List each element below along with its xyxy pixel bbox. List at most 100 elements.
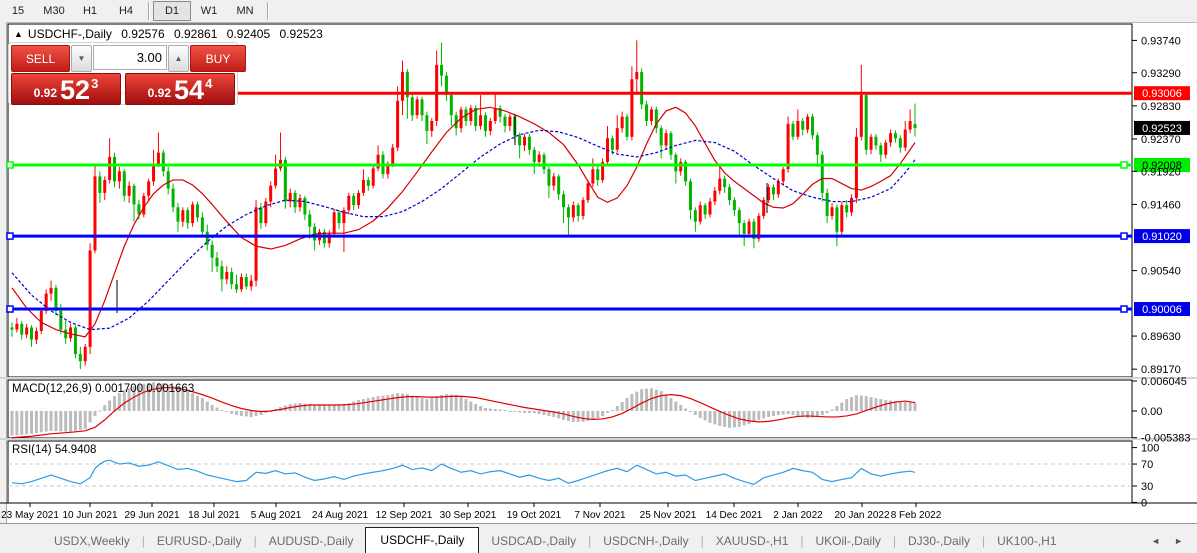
macd-histogram-bar — [235, 410, 239, 415]
rsi-axis-label: 70 — [1141, 459, 1153, 471]
candle-body — [415, 99, 419, 116]
macd-histogram-bar — [762, 410, 766, 419]
support-line-blue-1-handle[interactable] — [1120, 232, 1128, 240]
panel-splitter-2[interactable] — [0, 438, 1197, 440]
macd-histogram-bar — [669, 398, 673, 411]
tab-scroll-right-button[interactable]: ► — [1174, 536, 1183, 546]
macd-histogram-bar — [391, 394, 395, 411]
candle-body — [791, 123, 795, 137]
candle-body — [869, 136, 873, 150]
candle-body — [527, 136, 531, 150]
volume-decrease-button[interactable]: ▼ — [71, 45, 92, 72]
support-line-green-handle[interactable] — [6, 161, 14, 169]
timeframe-button-d1[interactable]: D1 — [153, 1, 191, 21]
candle-body — [576, 205, 580, 216]
macd-histogram-bar — [34, 410, 38, 434]
macd-histogram-bar — [371, 397, 375, 411]
timeframe-button-mn[interactable]: MN — [227, 0, 263, 22]
macd-histogram-bar — [913, 402, 917, 411]
chart-tab-eurusd-daily[interactable]: EURUSD-,Daily — [145, 529, 254, 553]
candle-body — [596, 169, 600, 180]
macd-histogram-bar — [195, 395, 199, 411]
timeframe-button-w1[interactable]: W1 — [191, 0, 227, 22]
candle-body — [122, 171, 126, 196]
chart-tab-usdcad-daily[interactable]: USDCAD-,Daily — [479, 529, 588, 553]
candle-body — [693, 210, 697, 222]
candle-body — [59, 310, 63, 330]
candle-body — [49, 287, 53, 294]
sell-price-display[interactable]: 0.92 52 3 — [11, 73, 121, 105]
candle-body — [83, 346, 87, 362]
candle-body — [845, 205, 849, 213]
candle-body — [767, 187, 771, 201]
macd-histogram-bar — [625, 398, 629, 411]
macd-histogram-bar — [635, 391, 639, 411]
timeframe-button-15[interactable]: 15 — [0, 0, 36, 22]
candle-body — [156, 152, 160, 165]
candle-body — [449, 95, 453, 116]
macd-axis-label: 0.00 — [1141, 406, 1162, 418]
macd-histogram-bar — [591, 410, 595, 420]
date-axis-label: 2 Jan 2022 — [773, 510, 823, 521]
ohlc-open: 0.92576 — [121, 27, 165, 41]
resistance-line-price-badge-label: 0.93006 — [1142, 88, 1182, 100]
chart-tab-uk100-h1[interactable]: UK100-,H1 — [985, 529, 1068, 553]
macd-histogram-bar — [415, 397, 419, 411]
timeframe-button-m30[interactable]: M30 — [36, 0, 72, 22]
buy-button[interactable]: BUY — [190, 45, 246, 72]
macd-histogram-bar — [605, 410, 609, 413]
candle-body — [210, 244, 214, 258]
panel-splitter-1[interactable] — [0, 377, 1197, 379]
candle-body — [732, 200, 736, 211]
candle-body — [586, 183, 590, 201]
symbol-label: USDCHF-,Daily — [27, 27, 112, 41]
chart-tab-usdchf-daily[interactable]: USDCHF-,Daily — [365, 527, 480, 553]
support-line-blue-1-handle[interactable] — [6, 232, 14, 240]
volume-input[interactable]: 3.00 — [93, 45, 167, 70]
candle-body — [274, 168, 278, 186]
candle-body — [566, 207, 570, 218]
volume-increase-button[interactable]: ▲ — [168, 45, 189, 72]
chart-tab-ukoil-daily[interactable]: UKOil-,Daily — [804, 529, 893, 553]
candle-body — [610, 138, 614, 150]
sell-button[interactable]: SELL — [11, 45, 70, 72]
collapse-triangle-icon[interactable]: ▲ — [14, 29, 23, 39]
macd-histogram-bar — [69, 410, 73, 432]
buy-price-display[interactable]: 0.92 54 4 — [125, 73, 235, 105]
timeframe-button-h4[interactable]: H4 — [108, 0, 144, 22]
candle-body — [537, 154, 541, 162]
candle-body — [737, 210, 741, 224]
candle-body — [488, 120, 492, 132]
support-line-blue-2-handle[interactable] — [6, 305, 14, 313]
rsi-panel[interactable] — [7, 440, 1133, 504]
candle-body — [357, 192, 361, 206]
macd-histogram-bar — [864, 396, 868, 411]
macd-histogram-bar — [674, 401, 678, 411]
candle-body — [889, 133, 893, 143]
support-line-blue-2-handle[interactable] — [1120, 305, 1128, 313]
macd-histogram-bar — [20, 410, 24, 435]
tab-scroll-left-button[interactable]: ◄ — [1151, 536, 1160, 546]
chart-tab-usdcnh-daily[interactable]: USDCNH-,Daily — [591, 529, 700, 553]
candle-body — [620, 116, 624, 129]
macd-histogram-bar — [898, 401, 902, 411]
candle-body — [640, 72, 644, 105]
candle-body — [703, 205, 707, 215]
candle-body — [332, 212, 336, 234]
candle-body — [571, 205, 575, 218]
support-line-green-handle[interactable] — [1120, 161, 1128, 169]
one-click-trading-panel: SELL ▼ 3.00 ▲ BUY 0.92 52 3 0.92 54 4 — [8, 42, 246, 105]
candle-body — [523, 136, 527, 146]
timeframe-button-h1[interactable]: H1 — [72, 0, 108, 22]
macd-histogram-bar — [874, 398, 878, 411]
price-axis-label: 0.91460 — [1141, 199, 1181, 211]
chart-tab-dj30-daily[interactable]: DJ30-,Daily — [896, 529, 982, 553]
candle-body — [483, 115, 487, 132]
candle-body — [152, 164, 156, 182]
chart-tab-audusd-daily[interactable]: AUDUSD-,Daily — [257, 529, 366, 553]
candle-body — [347, 195, 351, 211]
chart-tab-usdx-weekly[interactable]: USDX,Weekly — [42, 529, 142, 553]
candle-body — [815, 135, 819, 155]
chart-tab-xauusd-h1[interactable]: XAUUSD-,H1 — [704, 529, 801, 553]
candle-body — [108, 156, 112, 180]
